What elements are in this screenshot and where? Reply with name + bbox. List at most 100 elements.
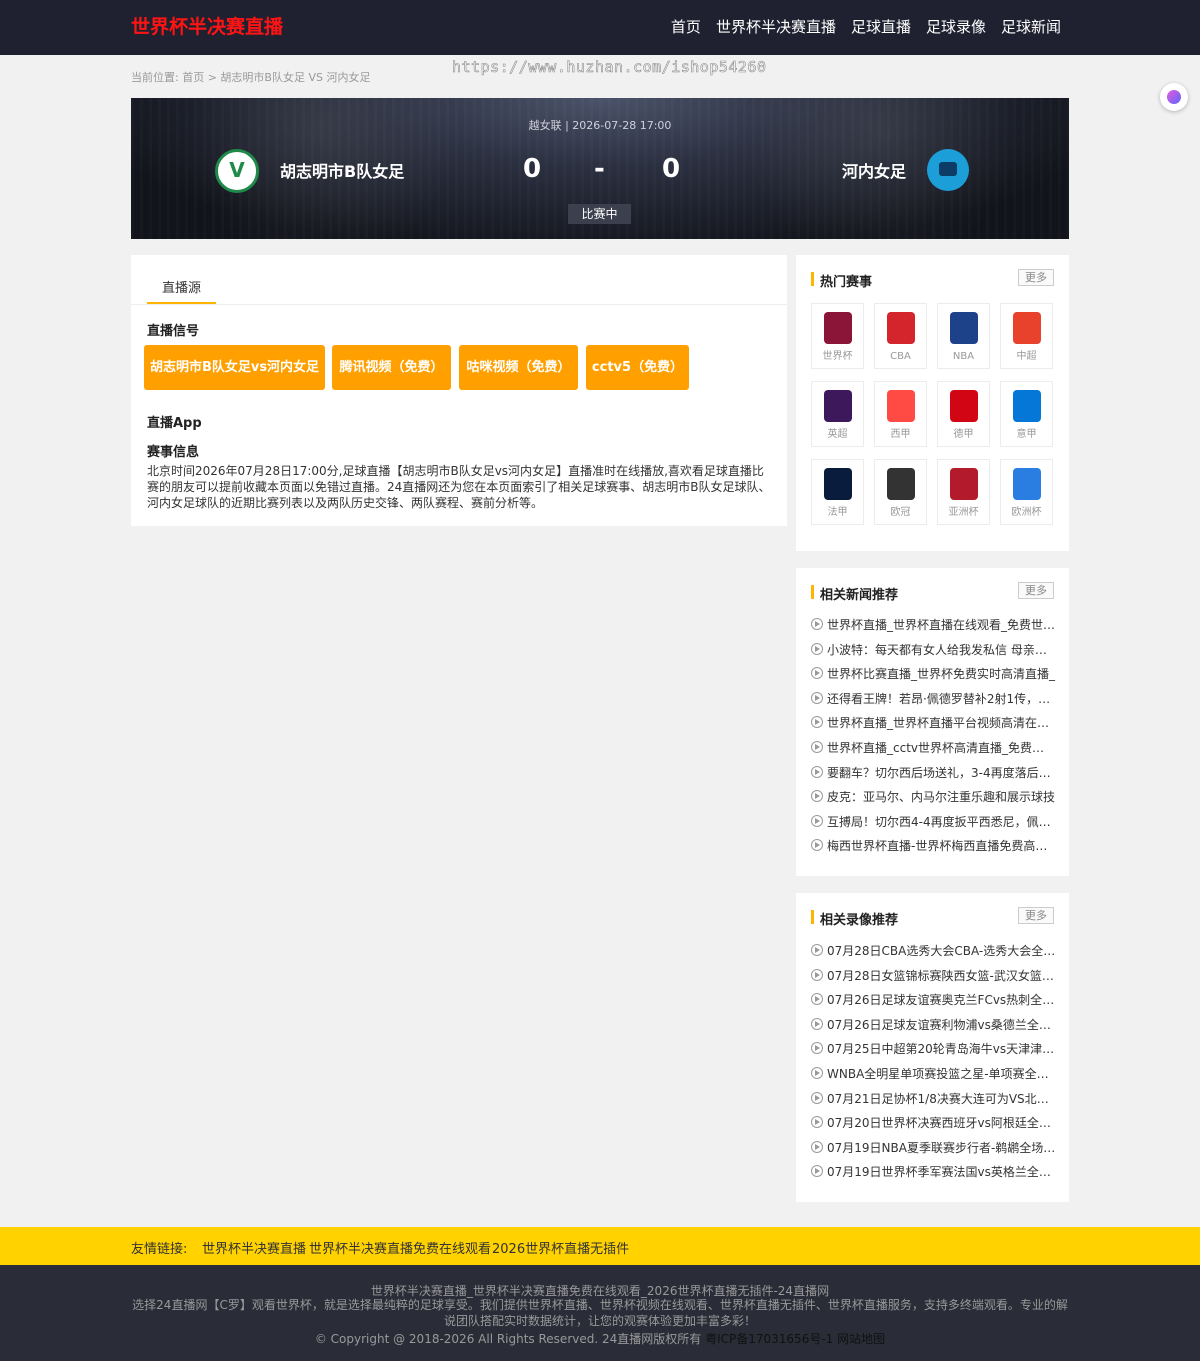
league-logo-icon [887, 468, 915, 500]
signal-button-migu[interactable]: 咕咪视频（免费） [459, 345, 578, 390]
news-item-text: 世界杯直播_世界杯直播平台视频高清在线看 [827, 716, 1056, 731]
play-circle-icon [811, 741, 823, 753]
league-logo-icon [887, 390, 915, 422]
floating-assistant-button[interactable] [1160, 83, 1188, 111]
news-item[interactable]: 世界杯比赛直播_世界杯免费实时高清直播_ [811, 665, 1056, 681]
league-item[interactable]: CBA [874, 303, 927, 369]
video-item[interactable]: 07月21日足协杯1/8决赛大连可为VS北京国安全场 [811, 1090, 1056, 1106]
video-item[interactable]: 07月19日NBA夏季联赛步行者-鹈鹕全场录像 [811, 1139, 1056, 1155]
league-item[interactable]: 英超 [811, 381, 864, 447]
video-item[interactable]: 07月28日女篮锦标赛陕西女篮-武汉女篮全场录像 [811, 967, 1056, 983]
signal-button-match[interactable]: 胡志明市B队女足vs河内女足 [144, 345, 325, 390]
site-logo[interactable]: 世界杯半决赛直播 [131, 12, 283, 39]
news-item[interactable]: 还得看王牌！若昂·佩德罗替补2射1传，切尔西 [811, 690, 1056, 706]
league-item[interactable]: 世界杯 [811, 303, 864, 369]
play-circle-icon [811, 1165, 823, 1178]
league-item[interactable]: 西甲 [874, 381, 927, 447]
match-info-text: 北京时间2026年07月28日17:00分,足球直播【胡志明市B队女足vs河内女… [147, 464, 771, 510]
news-item-text: 世界杯比赛直播_世界杯免费实时高清直播_ [827, 667, 1056, 682]
video-item-text: WNBA全明星单项赛投篮之星-单项赛全场录像 [827, 1067, 1056, 1081]
league-item[interactable]: 法甲 [811, 459, 864, 525]
league-logo-icon [950, 390, 978, 422]
league-name: NBA [952, 351, 975, 362]
tab-live-source[interactable]: 直播源 [147, 277, 216, 304]
breadcrumb[interactable]: 当前位置: 首页 > 胡志明市B队女足 VS 河内女足 [131, 69, 370, 85]
news-more-button[interactable]: 更多 [1018, 582, 1054, 599]
play-circle-icon [811, 944, 823, 956]
nav-football-news[interactable]: 足球新闻 [1001, 16, 1061, 37]
league-name: 世界杯 [822, 351, 853, 362]
league-item[interactable]: 意甲 [1000, 381, 1053, 447]
play-circle-icon [811, 1042, 823, 1055]
news-item[interactable]: 梅西世界杯直播-世界杯梅西直播免费高清在线 [811, 837, 1056, 853]
footer-sitemap-link[interactable]: 网站地图 [837, 1332, 885, 1346]
video-item[interactable]: 07月25日中超第20轮青岛海牛vs天津津门虎全场 [811, 1040, 1056, 1056]
news-item[interactable]: 世界杯直播_cctv世界杯高清直播_免费世界杯 [811, 739, 1056, 755]
friend-link[interactable]: 世界杯半决赛直播免费在线观看 [309, 1238, 491, 1257]
video-item-text: 07月26日足球友谊赛利物浦vs桑德兰全场录像 [827, 1017, 1056, 1032]
play-circle-icon [811, 1140, 823, 1153]
play-circle-icon [811, 993, 823, 1006]
assistant-icon [1167, 90, 1181, 104]
league-item[interactable]: 亚洲杯 [937, 459, 990, 525]
footer-copyright: © Copyright @ 2018-2026 All Rights Reser… [314, 1332, 702, 1346]
news-item[interactable]: 小波特：每天都有女人给我发私信 母亲会限制我 [811, 641, 1056, 657]
match-banner: 越女联 | 2026-07-28 17:00 胡志明市B队女足 0 - 0 河内… [131, 98, 1069, 239]
news-item-text: 小波特：每天都有女人给我发私信 母亲会限制我 [827, 642, 1056, 657]
play-circle-icon [811, 765, 823, 778]
league-logo-icon [887, 312, 915, 344]
news-item[interactable]: 世界杯直播_世界杯直播在线观看_免费世界杯直播 [811, 616, 1056, 632]
news-item-text: 要翻车？切尔西后场送礼，3-4再度落后西悉尼 [827, 765, 1056, 780]
news-item[interactable]: 世界杯直播_世界杯直播平台视频高清在线看 [811, 714, 1056, 730]
footer-icp-link[interactable]: 粤ICP备17031656号-1 [705, 1332, 833, 1346]
video-item[interactable]: 07月28日CBA选秀大会CBA-选秀大会全场录像 [811, 942, 1056, 958]
league-item[interactable]: 中超 [1000, 303, 1053, 369]
nav-worldcup-semifinal[interactable]: 世界杯半决赛直播 [716, 16, 836, 37]
videos-more-button[interactable]: 更多 [1018, 907, 1054, 924]
news-item-text: 还得看王牌！若昂·佩德罗替补2射1传，切尔西 [827, 691, 1056, 706]
news-item[interactable]: 互搏局！切尔西4-4再度扳平西悉尼，佩德罗 [811, 813, 1056, 829]
top-header: 世界杯半决赛直播 首页 世界杯半决赛直播 足球直播 足球录像 足球新闻 [0, 0, 1200, 55]
play-circle-icon [811, 814, 823, 827]
league-name: 亚洲杯 [948, 507, 979, 518]
friend-link[interactable]: 世界杯半决赛直播 [202, 1238, 306, 1257]
nav-football-replay[interactable]: 足球录像 [926, 16, 986, 37]
league-item[interactable]: 德甲 [937, 381, 990, 447]
league-logo-icon [824, 312, 852, 344]
video-item-text: 07月28日CBA选秀大会CBA-选秀大会全场录像 [827, 944, 1056, 958]
news-item-text: 世界杯直播_世界杯直播在线观看_免费世界杯直播 [827, 618, 1056, 632]
league-logo-icon [824, 390, 852, 422]
footer-description: 选择24直播网【C罗】观看世界杯，就是选择最纯粹的足球享受。我们提供世界杯直播、… [132, 1298, 1068, 1328]
video-item[interactable]: 07月26日足球友谊赛奥克兰FCvs热刺全场录像 [811, 991, 1056, 1007]
news-item[interactable]: 要翻车？切尔西后场送礼，3-4再度落后西悉尼 [811, 764, 1056, 780]
news-item-text: 梅西世界杯直播-世界杯梅西直播免费高清在线 [827, 839, 1056, 854]
app-title: 直播App [147, 416, 202, 431]
video-item[interactable]: 07月20日世界杯决赛西班牙vs阿根廷全场录像 [811, 1114, 1056, 1130]
league-item[interactable]: 欧冠 [874, 459, 927, 525]
video-item[interactable]: WNBA全明星单项赛投篮之星-单项赛全场录像 [811, 1065, 1056, 1081]
news-item[interactable]: 皮克：亚马尔、内马尔注重乐趣和展示球技 [811, 788, 1056, 804]
signal-button-cctv5[interactable]: cctv5（免费） [586, 345, 689, 390]
play-circle-icon [811, 1091, 823, 1104]
video-item[interactable]: 07月19日世界杯季军赛法国vs英格兰全场录像 [811, 1163, 1056, 1179]
league-item[interactable]: NBA [937, 303, 990, 369]
nav-home[interactable]: 首页 [671, 16, 701, 37]
signal-button-tencent[interactable]: 腾讯视频（免费） [332, 345, 451, 390]
live-source-panel: 直播源 直播信号 胡志明市B队女足vs河内女足 腾讯视频（免费） 咕咪视频（免费… [131, 255, 787, 526]
play-circle-icon [811, 691, 823, 704]
video-item-text: 07月25日中超第20轮青岛海牛vs天津津门虎全场 [827, 1042, 1056, 1057]
league-item[interactable]: 欧洲杯 [1000, 459, 1053, 525]
league-name: 欧洲杯 [1011, 507, 1042, 518]
signal-title: 直播信号 [147, 324, 200, 339]
hot-events-more-button[interactable]: 更多 [1018, 269, 1054, 286]
friend-link[interactable]: 2026世界杯直播无插件 [492, 1238, 629, 1257]
news-item-text: 世界杯直播_cctv世界杯高清直播_免费世界杯 [827, 741, 1056, 755]
league-logo-icon [824, 468, 852, 500]
score-separator: - [594, 154, 605, 184]
away-team-name: 河内女足 [842, 162, 907, 181]
home-score: 0 [523, 154, 542, 184]
play-circle-icon [811, 642, 823, 655]
league-logo-icon [1013, 312, 1041, 344]
nav-football-live[interactable]: 足球直播 [851, 16, 911, 37]
video-item[interactable]: 07月26日足球友谊赛利物浦vs桑德兰全场录像 [811, 1016, 1056, 1032]
